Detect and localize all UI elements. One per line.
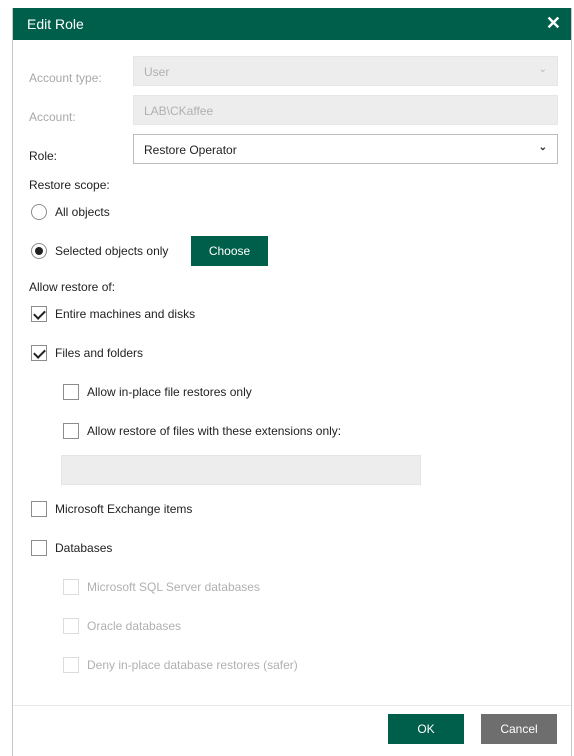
oracle-label: Oracle databases [87, 619, 182, 633]
sql-label: Microsoft SQL Server databases [87, 580, 260, 594]
cancel-button[interactable]: Cancel [481, 714, 557, 744]
checkbox-exchange[interactable]: Microsoft Exchange items [31, 501, 192, 517]
account-label: Account: [29, 110, 76, 124]
edit-role-dialog: Edit Role ✕ Account type: User ⌄ Account… [12, 8, 572, 756]
checkbox[interactable] [31, 540, 47, 556]
checkbox[interactable] [63, 384, 79, 400]
checkbox-sql: Microsoft SQL Server databases [63, 579, 260, 595]
in-place-only-label: Allow in-place file restores only [87, 385, 252, 399]
checkbox[interactable] [31, 345, 47, 361]
radio-selected-objects-label: Selected objects only [55, 244, 169, 258]
checkbox[interactable] [31, 501, 47, 517]
account-field: LAB\CKaffee [133, 95, 558, 125]
exchange-label: Microsoft Exchange items [55, 502, 193, 516]
restore-scope-heading: Restore scope: [29, 178, 110, 192]
checkbox-in-place-only[interactable]: Allow in-place file restores only [63, 384, 252, 400]
extensions-input[interactable] [61, 455, 421, 485]
radio-button[interactable] [31, 204, 47, 220]
footer-divider [13, 705, 571, 706]
dialog-title: Edit Role [27, 16, 84, 32]
close-icon[interactable]: ✕ [546, 13, 561, 34]
checkbox[interactable] [31, 306, 47, 322]
account-type-value: User [144, 65, 170, 79]
radio-selected-objects[interactable]: Selected objects only [31, 243, 168, 259]
extensions-only-label: Allow restore of files with these extens… [87, 424, 342, 438]
radio-all-objects[interactable]: All objects [31, 204, 110, 220]
choose-button[interactable]: Choose [191, 236, 268, 266]
checkbox[interactable] [63, 423, 79, 439]
radio-button[interactable] [31, 243, 47, 259]
files-folders-label: Files and folders [55, 346, 144, 360]
checkbox-deny-in-place-db: Deny in-place database restores (safer) [63, 657, 298, 673]
deny-in-place-db-label: Deny in-place database restores (safer) [87, 658, 298, 672]
checkbox-extensions-only[interactable]: Allow restore of files with these extens… [63, 423, 341, 439]
role-label: Role: [29, 149, 58, 163]
checkbox-entire-machines[interactable]: Entire machines and disks [31, 306, 195, 322]
databases-label: Databases [55, 541, 113, 555]
checkbox [63, 618, 79, 634]
account-type-select: User ⌄ [133, 56, 558, 86]
title-bar: Edit Role ✕ [13, 8, 571, 40]
checkbox-files-folders[interactable]: Files and folders [31, 345, 143, 361]
chevron-down-icon: ⌄ [538, 64, 547, 75]
entire-machines-label: Entire machines and disks [55, 307, 196, 321]
checkbox-databases[interactable]: Databases [31, 540, 112, 556]
checkbox [63, 657, 79, 673]
role-select[interactable]: Restore Operator ⌄ [133, 134, 558, 164]
role-value: Restore Operator [144, 143, 237, 157]
chevron-down-icon: ⌄ [538, 142, 547, 153]
ok-button[interactable]: OK [388, 714, 464, 744]
account-type-label: Account type: [29, 71, 102, 85]
allow-restore-heading: Allow restore of: [29, 280, 116, 294]
checkbox [63, 579, 79, 595]
radio-all-objects-label: All objects [55, 205, 110, 219]
account-value: LAB\CKaffee [144, 104, 214, 118]
checkbox-oracle: Oracle databases [63, 618, 181, 634]
